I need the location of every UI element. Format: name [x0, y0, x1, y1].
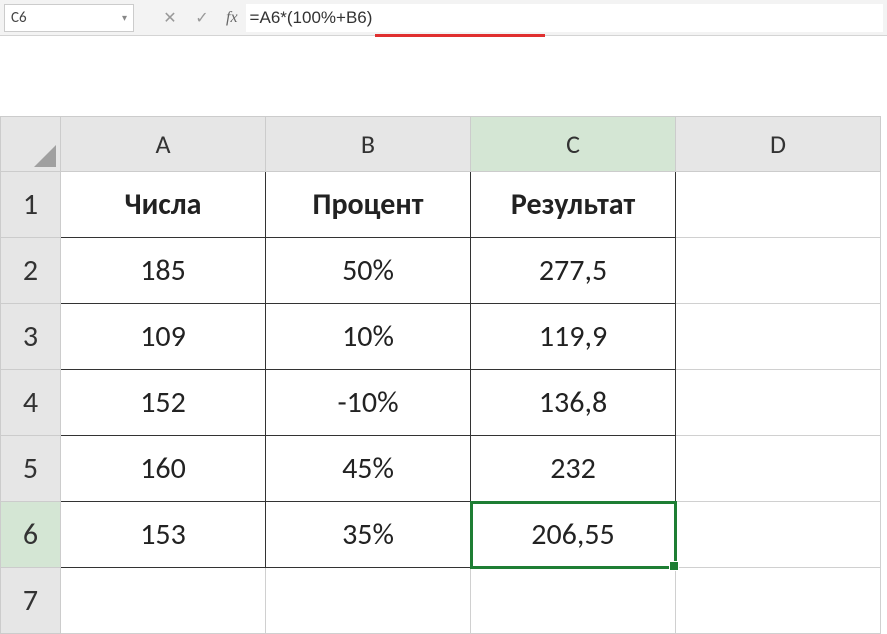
cell-C3[interactable]: 119,9	[471, 304, 676, 370]
row-header-5[interactable]: 5	[1, 436, 61, 502]
cell-B6[interactable]: 35%	[266, 502, 471, 568]
row-header-3[interactable]: 3	[1, 304, 61, 370]
cell-A5[interactable]: 160	[61, 436, 266, 502]
cell-C4[interactable]: 136,8	[471, 370, 676, 436]
cell-B7[interactable]	[266, 568, 471, 634]
cell-A2[interactable]: 185	[61, 238, 266, 304]
cell-D7[interactable]	[676, 568, 881, 634]
cell-C1[interactable]: Результат	[471, 172, 676, 238]
cell-C7[interactable]	[471, 568, 676, 634]
row-header-4[interactable]: 4	[1, 370, 61, 436]
cell-D1[interactable]	[676, 172, 881, 238]
cell-B1[interactable]: Процент	[266, 172, 471, 238]
col-header-A[interactable]: A	[61, 117, 266, 172]
name-box-dropdown-icon[interactable]: ▾	[122, 11, 127, 24]
cell-C5[interactable]: 232	[471, 436, 676, 502]
cell-C2[interactable]: 277,5	[471, 238, 676, 304]
col-header-D[interactable]: D	[676, 117, 881, 172]
col-header-C[interactable]: C	[471, 117, 676, 172]
formula-bar: C6 ▾ ✕ ✓ fx	[0, 0, 887, 36]
cell-D2[interactable]	[676, 238, 881, 304]
row-header-1[interactable]: 1	[1, 172, 61, 238]
cell-D5[interactable]	[676, 436, 881, 502]
cell-A1[interactable]: Числа	[61, 172, 266, 238]
cell-A4[interactable]: 152	[61, 370, 266, 436]
cell-D6[interactable]	[676, 502, 881, 568]
col-header-B[interactable]: B	[266, 117, 471, 172]
select-all-corner[interactable]	[1, 117, 61, 172]
fx-icon[interactable]: fx	[226, 9, 238, 27]
cell-B4[interactable]: -10%	[266, 370, 471, 436]
ribbon-spacer	[0, 36, 887, 116]
enter-button[interactable]: ✓	[188, 4, 216, 32]
formula-input[interactable]	[246, 4, 883, 32]
cell-D3[interactable]	[676, 304, 881, 370]
cell-B3[interactable]: 10%	[266, 304, 471, 370]
cell-A3[interactable]: 109	[61, 304, 266, 370]
cancel-button[interactable]: ✕	[156, 4, 184, 32]
row-header-2[interactable]: 2	[1, 238, 61, 304]
name-box-value: C6	[11, 9, 27, 27]
row-header-6[interactable]: 6	[1, 502, 61, 568]
cancel-icon: ✕	[163, 8, 176, 28]
cell-A7[interactable]	[61, 568, 266, 634]
cell-B5[interactable]: 45%	[266, 436, 471, 502]
cell-D4[interactable]	[676, 370, 881, 436]
cell-C6[interactable]: 206,55	[471, 502, 676, 568]
row-header-7[interactable]: 7	[1, 568, 61, 634]
cell-A6[interactable]: 153	[61, 502, 266, 568]
cell-B2[interactable]: 50%	[266, 238, 471, 304]
enter-icon: ✓	[195, 8, 208, 28]
annotation-underline	[375, 34, 545, 37]
name-box[interactable]: C6 ▾	[4, 4, 134, 32]
spreadsheet-grid[interactable]: A B C D 1 Числа Процент Результат 2 185 …	[0, 116, 887, 634]
